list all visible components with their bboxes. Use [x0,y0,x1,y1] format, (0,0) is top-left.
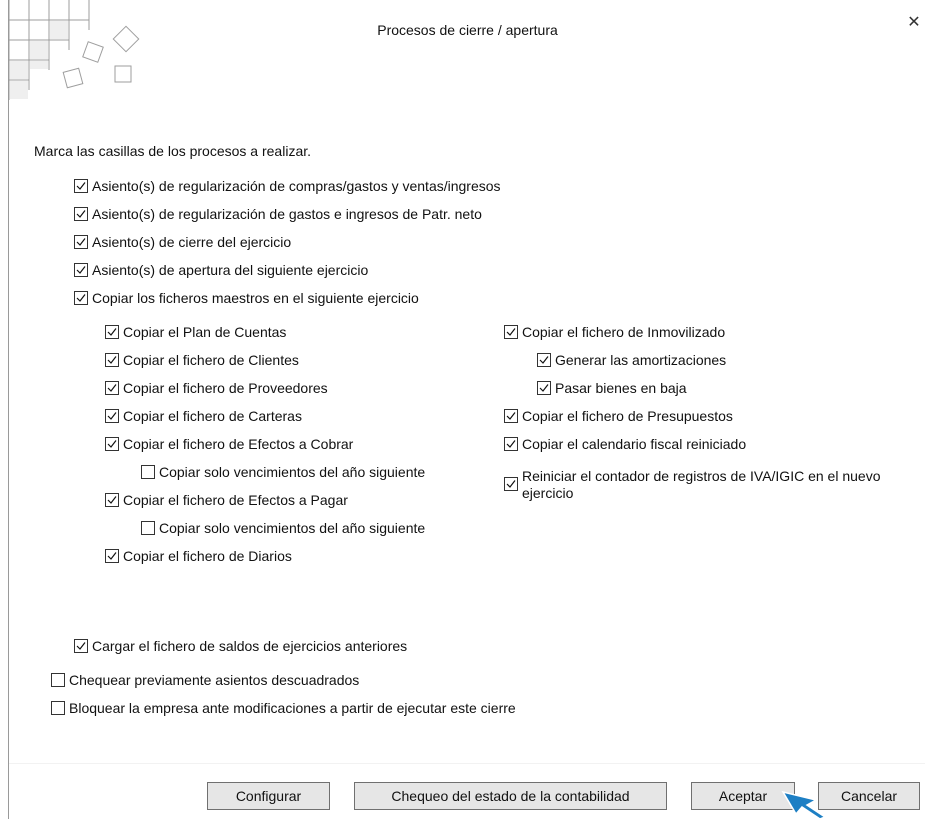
checkbox[interactable] [74,179,88,193]
checkbox[interactable] [105,409,119,423]
option-vencimientos-cobrar[interactable]: Copiar solo vencimientos del año siguien… [141,464,425,481]
option-cargar-saldos[interactable]: Cargar el fichero de saldos de ejercicio… [74,638,407,655]
checkmark-icon [76,182,86,190]
checkmark-icon [506,328,516,336]
chequeo-estado-button[interactable]: Chequeo del estado de la contabilidad [354,782,667,810]
option-chequear-descuadrados[interactable]: Chequear previamente asientos descuadrad… [51,672,359,689]
option-copiar-carteras[interactable]: Copiar el fichero de Carteras [105,408,302,425]
checkbox[interactable] [504,437,518,451]
option-cierre-ejercicio[interactable]: Asiento(s) de cierre del ejercicio [74,234,291,251]
instruction-text: Marca las casillas de los procesos a rea… [34,143,312,159]
option-label: Copiar el Plan de Cuentas [123,324,287,340]
app-logo [9,0,140,100]
checkmark-icon [107,356,117,364]
option-label: Copiar el fichero de Presupuestos [522,408,733,424]
option-vencimientos-pagar[interactable]: Copiar solo vencimientos del año siguien… [141,520,425,537]
checkbox[interactable] [105,325,119,339]
option-regularizacion-compras[interactable]: Asiento(s) de regularización de compras/… [74,178,501,195]
footer-divider [9,763,925,764]
option-label: Asiento(s) de apertura del siguiente eje… [92,262,369,278]
checkbox[interactable] [51,673,65,687]
checkmark-icon [506,412,516,420]
checkbox[interactable] [141,521,155,535]
option-label: Asiento(s) de cierre del ejercicio [92,234,292,250]
option-label: Copiar el fichero de Proveedores [123,380,328,396]
checkmark-icon [76,642,86,650]
checkmark-icon [107,384,117,392]
option-label: Copiar el fichero de Diarios [123,548,292,564]
checkmark-icon [107,412,117,420]
checkbox[interactable] [74,207,88,221]
checkmark-icon [506,440,516,448]
option-copiar-clientes[interactable]: Copiar el fichero de Clientes [105,352,299,369]
checkmark-icon [506,480,516,488]
option-label: Copiar el fichero de Inmovilizado [522,324,726,340]
option-copiar-plan-cuentas[interactable]: Copiar el Plan de Cuentas [105,324,286,341]
option-copiar-efectos-pagar[interactable]: Copiar el fichero de Efectos a Pagar [105,492,348,509]
checkbox[interactable] [504,325,518,339]
option-copiar-diarios[interactable]: Copiar el fichero de Diarios [105,548,292,565]
option-label: Chequear previamente asientos descuadrad… [69,672,360,688]
checkbox[interactable] [504,477,518,491]
checkbox[interactable] [105,353,119,367]
checkmark-icon [107,328,117,336]
checkbox[interactable] [74,263,88,277]
checkbox[interactable] [105,381,119,395]
option-apertura-ejercicio[interactable]: Asiento(s) de apertura del siguiente eje… [74,262,368,279]
option-generar-amortizaciones[interactable]: Generar las amortizaciones [537,352,726,369]
option-label: Asiento(s) de regularización de compras/… [92,178,501,194]
checkmark-icon [76,210,86,218]
option-label: Bloquear la empresa ante modificaciones … [69,700,516,716]
option-label: Copiar el fichero de Efectos a Pagar [123,492,348,508]
option-bloquear-empresa[interactable]: Bloquear la empresa ante modificaciones … [51,700,516,717]
checkbox[interactable] [74,639,88,653]
option-label: Cargar el fichero de saldos de ejercicio… [92,638,408,654]
checkmark-icon [76,294,86,302]
checkbox[interactable] [74,235,88,249]
option-label: Generar las amortizaciones [555,352,727,368]
checkbox[interactable] [504,409,518,423]
checkmark-icon [107,552,117,560]
checkmark-icon [76,238,86,246]
option-label: Asiento(s) de regularización de gastos e… [92,206,482,222]
option-label: Copiar el fichero de Carteras [123,408,302,424]
checkbox[interactable] [537,353,551,367]
option-label: Reiniciar el contador de registros de IV… [522,468,881,501]
option-label: Copiar el fichero de Efectos a Cobrar [123,436,354,452]
option-copiar-presupuestos[interactable]: Copiar el fichero de Presupuestos [504,408,733,425]
configurar-button[interactable]: Configurar [207,782,330,810]
close-icon[interactable]: ✕ [905,14,923,32]
option-copiar-efectos-cobrar[interactable]: Copiar el fichero de Efectos a Cobrar [105,436,353,453]
checkmark-icon [107,440,117,448]
option-label: Copiar el fichero de Clientes [123,352,299,368]
pointer-cursor-icon [781,790,827,819]
checkbox[interactable] [141,465,155,479]
option-copiar-calendario-fiscal[interactable]: Copiar el calendario fiscal reiniciado [504,436,746,453]
checkbox[interactable] [51,701,65,715]
checkbox[interactable] [74,291,88,305]
option-label: Copiar el calendario fiscal reiniciado [522,436,747,452]
checkbox[interactable] [105,493,119,507]
checkmark-icon [76,266,86,274]
checkbox[interactable] [537,381,551,395]
option-pasar-bienes-baja[interactable]: Pasar bienes en baja [537,380,687,397]
option-reiniciar-contador-iva[interactable]: Reiniciar el contador de registros de IV… [504,468,894,502]
checkbox[interactable] [105,549,119,563]
option-label: Copiar solo vencimientos del año siguien… [159,464,426,480]
option-copiar-ficheros-maestros[interactable]: Copiar los ficheros maestros en el sigui… [74,290,419,307]
checkmark-icon [107,496,117,504]
checkmark-icon [539,384,549,392]
option-regularizacion-patr-neto[interactable]: Asiento(s) de regularización de gastos e… [74,206,482,223]
option-label: Copiar solo vencimientos del año siguien… [159,520,426,536]
dialog-title: Procesos de cierre / apertura [377,22,558,38]
checkbox[interactable] [105,437,119,451]
checkmark-icon [539,356,549,364]
option-copiar-inmovilizado[interactable]: Copiar el fichero de Inmovilizado [504,324,725,341]
option-label: Pasar bienes en baja [555,380,687,396]
dialog-window: Procesos de cierre / apertura ✕ Marca la… [8,0,925,819]
option-label: Copiar los ficheros maestros en el sigui… [92,290,419,306]
option-copiar-proveedores[interactable]: Copiar el fichero de Proveedores [105,380,328,397]
